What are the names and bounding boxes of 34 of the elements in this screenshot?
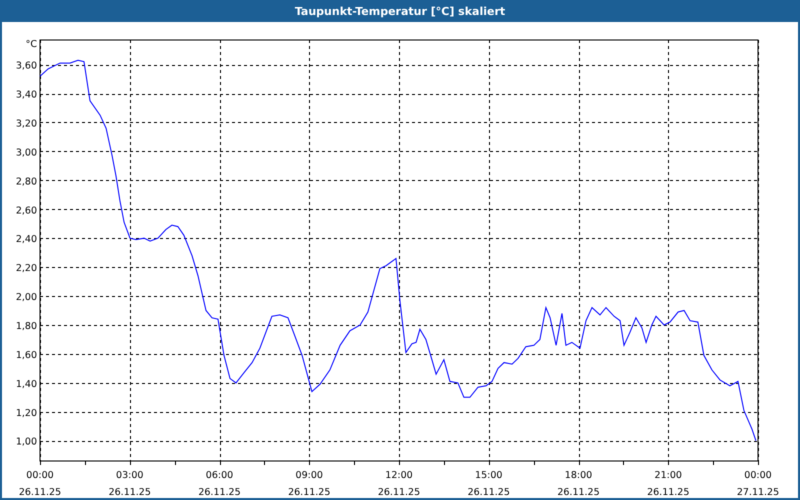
y-tick-label: 2,60 <box>16 205 37 216</box>
y-tick-label: 2,80 <box>16 176 37 188</box>
x-tick-time: 18:00 <box>564 470 592 481</box>
x-tick-time: 12:00 <box>385 470 413 481</box>
y-tick-label: 1,00 <box>16 436 37 448</box>
y-tick-label: 2,00 <box>16 292 37 304</box>
window-title: Taupunkt-Temperatur [°C] skaliert <box>294 4 506 18</box>
x-tick-date: 26.11.25 <box>647 487 690 498</box>
x-tick-date: 26.11.25 <box>288 487 330 498</box>
x-tick-time: 00:00 <box>744 470 772 481</box>
x-tick-date: 27.11.25 <box>736 487 780 498</box>
y-tick-label: 1,80 <box>16 321 37 332</box>
x-tick-time: 06:00 <box>206 470 234 481</box>
x-tick-date: 26.11.25 <box>378 487 420 498</box>
y-tick-label: 3,40 <box>16 90 37 101</box>
x-tick-date: 26.11.25 <box>557 487 600 498</box>
x-tick-time: 21:00 <box>654 470 682 481</box>
y-tick-label: 3,20 <box>16 118 37 130</box>
y-tick-label: 1,40 <box>16 378 37 390</box>
y-tick-label: 2,20 <box>16 263 37 274</box>
y-tick-label: 2,40 <box>16 234 37 246</box>
x-tick-date: 26.11.25 <box>468 487 510 498</box>
x-tick-date: 26.11.25 <box>18 487 62 498</box>
x-tick-time: 15:00 <box>475 470 502 481</box>
x-tick-time: 00:00 <box>26 470 54 481</box>
x-tick-time: 09:00 <box>296 470 323 481</box>
x-tick-date: 26.11.25 <box>108 487 151 498</box>
y-tick-label: 1,20 <box>16 408 37 419</box>
x-tick-date: 26.11.25 <box>198 487 241 498</box>
y-tick-label: 3,00 <box>16 147 37 158</box>
y-axis-unit: °C <box>26 39 37 50</box>
y-tick-label: 1,60 <box>16 350 37 361</box>
y-tick-label: 3,60 <box>16 60 37 72</box>
x-tick-time: 03:00 <box>116 470 144 481</box>
